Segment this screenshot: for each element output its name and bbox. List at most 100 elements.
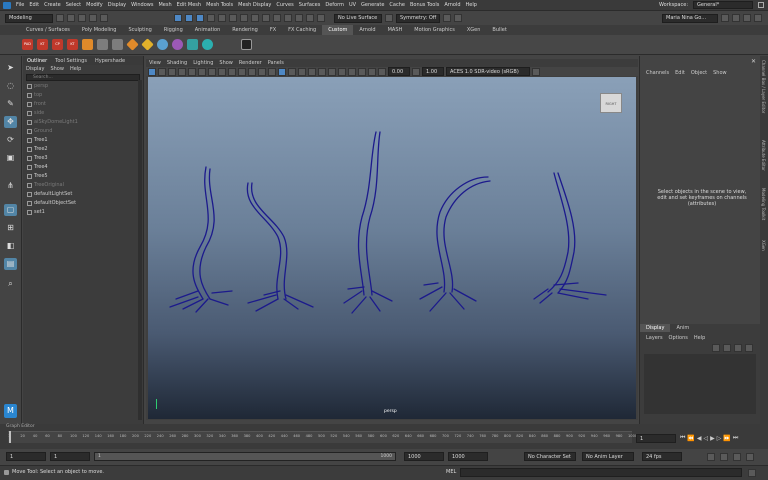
four-view-layout-icon[interactable]: ⊞ — [4, 222, 17, 234]
menu-select[interactable]: Select — [66, 2, 81, 8]
layer-menu-options[interactable]: Options — [669, 335, 688, 341]
tab-hypershade[interactable]: Hypershade — [91, 58, 129, 64]
wireframe-on-shaded-icon[interactable] — [278, 67, 286, 76]
color-management-icon[interactable] — [532, 67, 540, 76]
tab-anim-layers[interactable]: Anim — [670, 324, 695, 332]
tree3-model[interactable] — [343, 131, 393, 314]
tree-models[interactable] — [148, 77, 636, 419]
outliner-menu-help[interactable]: Help — [70, 66, 81, 72]
shelf-tab-rendering[interactable]: Rendering — [226, 25, 264, 35]
shelf-pad-icon[interactable]: PAD — [22, 39, 33, 50]
use-lights-icon[interactable] — [298, 67, 306, 76]
anim-layer-dropdown[interactable]: No Anim Layer — [582, 452, 634, 461]
tree1-model[interactable] — [169, 166, 233, 313]
snap-curve-icon[interactable] — [218, 14, 226, 22]
exposure-icon[interactable] — [378, 67, 386, 76]
play-forwards-icon[interactable]: ▶ — [710, 435, 715, 442]
gate-mask-icon[interactable] — [218, 67, 226, 76]
outliner-scrollbar[interactable] — [138, 80, 142, 420]
shelf-tab-rigging[interactable]: Rigging — [158, 25, 189, 35]
animation-start-field[interactable]: 1 — [6, 452, 46, 461]
select-component-icon[interactable] — [196, 14, 204, 22]
tree4-model[interactable] — [419, 176, 491, 312]
outliner-item[interactable]: side — [23, 109, 143, 118]
new-scene-icon[interactable] — [56, 14, 64, 22]
select-hierarchy-icon[interactable] — [174, 14, 182, 22]
outliner-item[interactable]: Tree2 — [23, 145, 143, 154]
lasso-tool-icon[interactable]: ◌ — [4, 80, 17, 92]
outliner-item[interactable]: Tree5 — [23, 172, 143, 181]
new-layer-selected-icon[interactable] — [745, 344, 753, 352]
live-surface-field[interactable]: No Live Surface — [334, 13, 382, 23]
current-time-marker[interactable] — [9, 431, 11, 443]
attribute-editor-toggle-icon[interactable] — [754, 14, 762, 22]
menu-mesh-display[interactable]: Mesh Display — [238, 2, 271, 8]
resolution-gate-icon[interactable] — [208, 67, 216, 76]
shelf-tab-animation[interactable]: Animation — [189, 25, 227, 35]
outliner-item[interactable]: Tree4 — [23, 163, 143, 172]
playback-start-field[interactable]: 1 — [50, 452, 90, 461]
tab-tool-settings[interactable]: Tool Settings — [51, 58, 91, 64]
render-frame-icon[interactable] — [284, 14, 292, 22]
view-cube[interactable]: RIGHT — [600, 93, 622, 113]
tab-display-layers[interactable]: Display — [640, 324, 671, 332]
channel-menu-channels[interactable]: Channels — [646, 70, 669, 76]
menu-help[interactable]: Help — [466, 2, 477, 8]
shelf-smooth-icon[interactable] — [172, 39, 183, 50]
shelf-tab-fx[interactable]: FX — [264, 25, 282, 35]
auto-key-icon[interactable] — [720, 453, 728, 461]
hypershade-icon[interactable] — [317, 14, 325, 22]
character-set-dropdown[interactable]: No Character Set — [524, 452, 576, 461]
shelf-cp-icon[interactable]: CP — [52, 39, 63, 50]
shelf-tab-curves-surfaces[interactable]: Curves / Surfaces — [20, 25, 76, 35]
viewport-menu-show[interactable]: Show — [219, 60, 233, 66]
go-to-end-icon[interactable]: ⏭ — [733, 434, 738, 442]
side-tab-attribute-editor[interactable]: Attribute Editor — [761, 140, 766, 171]
menu-mesh[interactable]: Mesh — [158, 2, 171, 8]
sculpt-icon[interactable] — [443, 14, 451, 22]
channel-box-close-icon[interactable]: ✕ — [751, 58, 756, 65]
menu-windows[interactable]: Windows — [131, 2, 153, 8]
menu-edit-mesh[interactable]: Edit Mesh — [177, 2, 201, 8]
shelf-tab-sculpting[interactable]: Sculpting — [122, 25, 157, 35]
script-editor-icon[interactable] — [748, 469, 756, 477]
outliner-item[interactable]: Ground — [23, 127, 143, 136]
camera-icon[interactable] — [454, 14, 462, 22]
menu-create[interactable]: Create — [44, 2, 61, 8]
snap-view-icon[interactable] — [240, 14, 248, 22]
layer-up-icon[interactable] — [712, 344, 720, 352]
outliner-item[interactable]: persp — [23, 82, 143, 91]
select-tool-icon[interactable]: ➤ — [4, 62, 17, 74]
snap-point-icon[interactable] — [229, 14, 237, 22]
symmetry-icon[interactable] — [385, 14, 393, 22]
viewport-menu-renderer[interactable]: Renderer — [239, 60, 262, 66]
shelf-sphere-icon[interactable] — [157, 39, 168, 50]
shelf-tab-xgen[interactable]: XGen — [461, 25, 487, 35]
loop-icon[interactable] — [707, 453, 715, 461]
script-language-label[interactable]: MEL — [446, 469, 456, 475]
shelf-grid-icon[interactable] — [97, 39, 108, 50]
menu-uv[interactable]: UV — [349, 2, 356, 8]
snap-grid-icon[interactable] — [207, 14, 215, 22]
gamma-field[interactable]: 1.00 — [422, 67, 444, 76]
outliner-item[interactable]: aiSkyDomeLight1 — [23, 118, 143, 127]
tree5-model[interactable] — [533, 172, 607, 304]
shelf-tab-fx-caching[interactable]: FX Caching — [282, 25, 322, 35]
menu-generate[interactable]: Generate — [361, 2, 384, 8]
menu-set-dropdown[interactable]: Modeling — [5, 13, 53, 23]
viewport-menu-view[interactable]: View — [149, 60, 161, 66]
open-scene-icon[interactable] — [67, 14, 75, 22]
safe-action-icon[interactable] — [238, 67, 246, 76]
playback-end-field[interactable]: 1000 — [404, 452, 444, 461]
field-chart-icon[interactable] — [228, 67, 236, 76]
maya-home-icon[interactable]: M — [4, 404, 17, 418]
shelf-tab-arnold[interactable]: Arnold — [353, 25, 381, 35]
grid-toggle-icon[interactable] — [188, 67, 196, 76]
shelf-uv-icon[interactable] — [187, 39, 198, 50]
menu-edit[interactable]: Edit — [29, 2, 39, 8]
time-slider[interactable]: 1204060801001201401601802002202402602803… — [0, 431, 768, 449]
shelf-tab-poly-modeling[interactable]: Poly Modeling — [76, 25, 123, 35]
anti-aliasing-icon[interactable] — [338, 67, 346, 76]
scale-tool-icon[interactable]: ▣ — [4, 152, 17, 164]
outliner-item[interactable]: Tree1 — [23, 136, 143, 145]
